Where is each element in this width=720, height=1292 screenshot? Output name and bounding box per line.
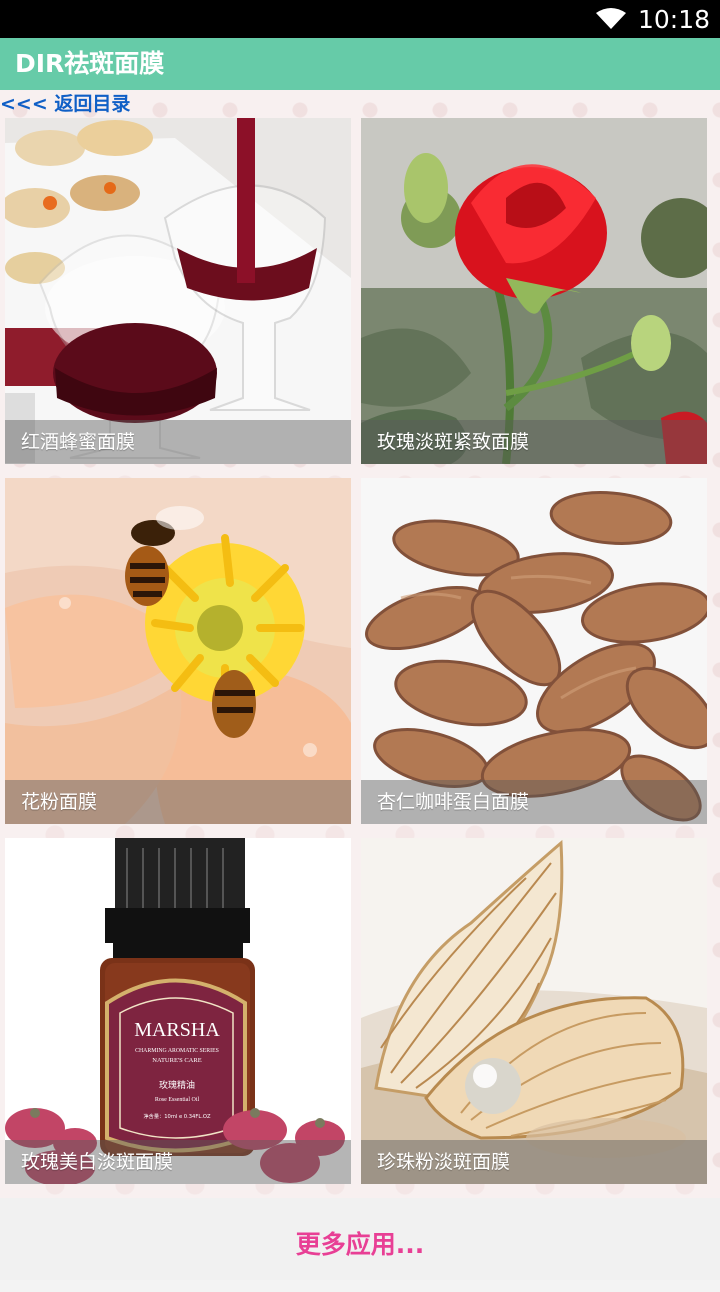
more-apps-bar: 更多应用... <box>0 1198 720 1280</box>
tile-rose-firming-mask[interactable]: 玫瑰淡斑紧致面膜 <box>361 118 707 464</box>
tile-caption: 玫瑰淡斑紧致面膜 <box>361 420 707 464</box>
rose-essential-oil-image: MARSHA CHARMING AROMATIC SERIES NATURE'S… <box>5 838 351 1184</box>
tile-caption: 红酒蜂蜜面膜 <box>5 420 351 464</box>
tile-pollen-mask[interactable]: 花粉面膜 <box>5 478 351 824</box>
bee-flower-image <box>5 478 351 824</box>
status-icons: 10:18 <box>595 0 710 38</box>
oil-en-text: Rose Essential Oil <box>155 1097 200 1103</box>
oil-series-text: CHARMING AROMATIC SERIES <box>135 1048 219 1054</box>
more-apps-link[interactable]: 更多应用... <box>296 1230 425 1259</box>
tile-caption: 玫瑰美白淡斑面膜 <box>5 1140 351 1184</box>
tile-caption: 珍珠粉淡斑面膜 <box>361 1140 707 1184</box>
back-to-catalog-link[interactable]: <<< 返回目录 <box>0 92 130 116</box>
tile-caption: 杏仁咖啡蛋白面膜 <box>361 780 707 824</box>
oil-care-text: NATURE'S CARE <box>152 1057 201 1064</box>
tile-pearl-powder-mask[interactable]: 珍珠粉淡斑面膜 <box>361 838 707 1184</box>
oil-cn-text: 玫瑰精油 <box>159 1079 195 1091</box>
almonds-image <box>361 478 707 824</box>
red-rose-image <box>361 118 707 464</box>
app-title: DIR祛斑面膜 <box>15 49 165 78</box>
status-bar: 10:18 <box>0 0 720 38</box>
tile-caption: 花粉面膜 <box>5 780 351 824</box>
wifi-icon <box>595 8 626 29</box>
red-wine-image <box>5 118 351 464</box>
oil-brand-text: MARSHA <box>134 1019 220 1041</box>
tile-red-wine-honey-mask[interactable]: 红酒蜂蜜面膜 <box>5 118 351 464</box>
oil-volume-text: 净含量：10ml e 0.34FL.OZ <box>143 1112 210 1120</box>
app-title-bar: DIR祛斑面膜 <box>0 38 720 90</box>
mask-catalog: <<< 返回目录 红酒蜂蜜面膜 玫瑰淡斑紧致面膜 花粉面膜 杏仁咖啡蛋白面膜 M… <box>0 90 720 1198</box>
tile-rose-whitening-mask[interactable]: MARSHA CHARMING AROMATIC SERIES NATURE'S… <box>5 838 351 1184</box>
tile-almond-coffee-mask[interactable]: 杏仁咖啡蛋白面膜 <box>361 478 707 824</box>
pearl-shell-image <box>361 838 707 1184</box>
status-time: 10:18 <box>637 4 710 34</box>
